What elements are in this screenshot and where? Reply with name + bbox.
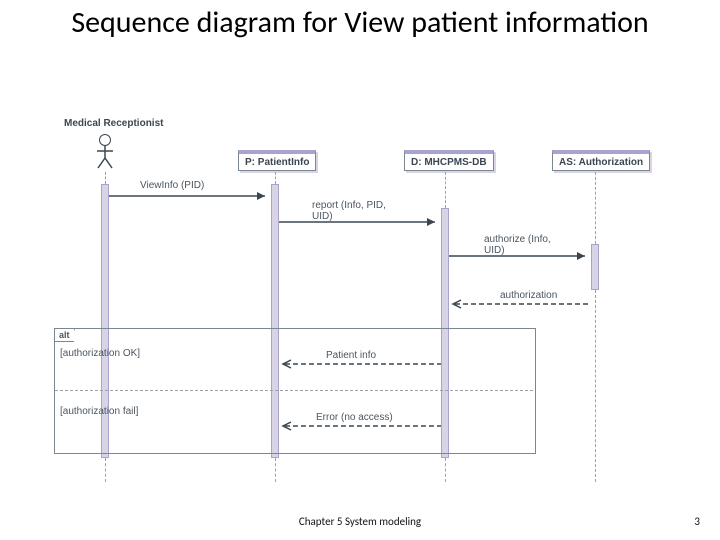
slide: Sequence diagram for View patient inform…: [0, 0, 720, 540]
message-label-report: report (Info, PID, UID): [312, 200, 386, 222]
lifeline-dash: [105, 172, 106, 184]
guard-ok: [authorization OK]: [60, 348, 140, 359]
slide-title: Sequence diagram for View patient inform…: [0, 6, 720, 41]
message-label-authorization: authorization: [500, 290, 557, 301]
lifeline-patientinfo: P: PatientInfo: [238, 150, 316, 171]
lifeline-dash: [595, 172, 596, 244]
actor-label: Medical Receptionist: [64, 118, 163, 129]
lifeline-mhcpms-db: D: MHCPMS-DB: [404, 150, 494, 171]
page-number: 3: [694, 515, 700, 528]
lifeline-dash: [275, 458, 276, 482]
message-label-error: Error (no access): [316, 412, 393, 423]
alt-divider: [55, 390, 533, 391]
footer-text: Chapter 5 System modeling: [0, 515, 720, 528]
lifeline-dash: [105, 458, 106, 482]
activation-bar: [591, 244, 599, 290]
lifeline-dash: [445, 458, 446, 482]
message-label-patient-info: Patient info: [326, 350, 376, 361]
text: report (Info, PID,: [312, 200, 386, 211]
actor-stick-icon: [95, 134, 115, 170]
alt-operator-label: alt: [54, 328, 75, 342]
text: authorize (Info,: [484, 234, 551, 245]
text: UID): [312, 211, 333, 222]
alt-fragment: [54, 328, 536, 454]
guard-fail: [authorization fail]: [60, 406, 138, 417]
lifeline-dash: [275, 172, 276, 184]
text: UID): [484, 245, 505, 256]
sequence-diagram: Medical Receptionist P: PatientInfo D: M…: [50, 118, 670, 488]
lifeline-dash: [445, 172, 446, 208]
lifeline-authorization: AS: Authorization: [552, 150, 650, 171]
arrow-icon: [109, 190, 271, 202]
message-label-viewinfo: ViewInfo (PID): [140, 180, 204, 191]
message-label-authorize: authorize (Info, UID): [484, 234, 551, 256]
lifeline-dash: [595, 290, 596, 482]
